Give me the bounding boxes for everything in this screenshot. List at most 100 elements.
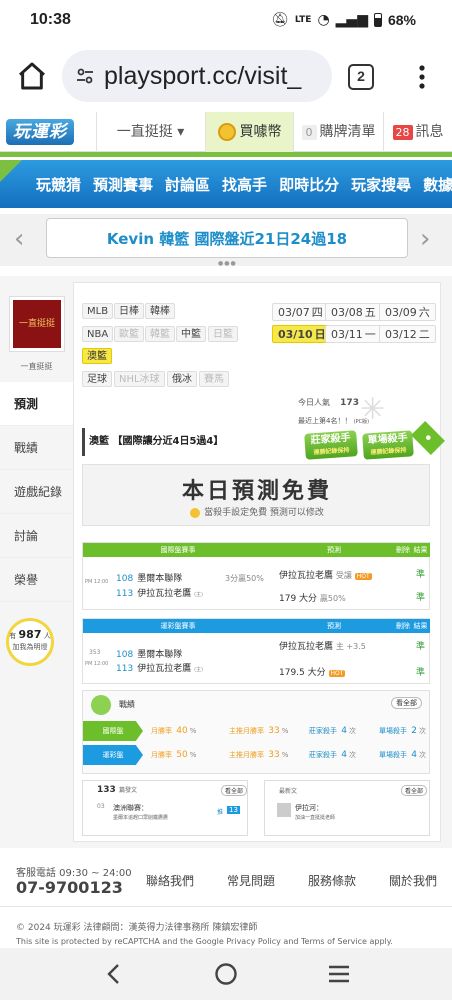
date-5[interactable]: 03/12 二 — [379, 325, 436, 343]
footer-faq-link[interactable]: 常見問題 — [227, 872, 275, 889]
record-stat: 莊家殺手 4次 — [309, 726, 356, 736]
table1-time: PM 12:00 — [85, 579, 109, 585]
table1-pred-spread: 伊拉瓦拉老鷹 受讓 HOT — [279, 571, 372, 581]
user-name: 一直挺挺 — [20, 362, 53, 371]
date-3[interactable]: 03/10 日 — [272, 325, 332, 343]
date-4[interactable]: 03/11 一 — [325, 325, 382, 343]
nav-item-player-search[interactable]: 玩家搜尋 — [351, 174, 411, 195]
table1-result-total: 準 — [416, 593, 426, 603]
site-settings-icon[interactable] — [76, 67, 94, 85]
home-icon[interactable] — [16, 60, 48, 92]
nav-item-guess[interactable]: 玩競猜 — [36, 174, 81, 195]
side-tab-record[interactable]: 戰績 — [0, 426, 73, 470]
date-2[interactable]: 03/09 六 — [379, 303, 436, 321]
table2-header-result: 結果 — [411, 619, 430, 633]
league-title: 澳籃 【國際讓分近4日5過4】 — [82, 428, 302, 456]
announcement-text[interactable]: Kevin 韓籃 國際盤近21日24過18 — [46, 218, 408, 258]
fans-prefix: 有 — [9, 632, 17, 640]
message-link[interactable]: 28 訊息 — [383, 112, 452, 152]
carousel-dots: ●●● — [218, 260, 237, 267]
post-title[interactable]: 澳洲聯賽： — [113, 803, 148, 813]
league-ru-hockey[interactable]: 俄冰 — [167, 371, 197, 387]
league-au-basketball[interactable]: 澳籃 — [82, 348, 112, 364]
league-kr-baseball[interactable]: 韓棒 — [145, 303, 175, 319]
message-count: 28 — [392, 124, 413, 140]
table1-line: 3分贏50% — [225, 574, 264, 583]
user-dropdown[interactable]: 一直挺挺 ▾ — [96, 112, 204, 152]
nav-item-experts[interactable]: 找高手 — [222, 174, 267, 195]
league-nhl: NHL冰球 — [114, 371, 165, 387]
latest-label: 最新文 — [279, 788, 298, 795]
nav-item-data[interactable]: 數據 — [423, 174, 452, 195]
back-icon[interactable] — [104, 962, 124, 986]
side-tab-discussion[interactable]: 討論 — [0, 514, 73, 558]
avatar-image: 一直挺挺 — [13, 300, 61, 348]
chevron-right-icon[interactable]: › — [420, 224, 430, 254]
date-1[interactable]: 03/08 五 — [325, 303, 382, 321]
cart-link[interactable]: 0 購牌清單 — [293, 112, 383, 152]
league-kr-basketball: 韓籃 — [145, 326, 175, 342]
tab-switcher-button[interactable]: 2 — [348, 64, 374, 90]
side-tab-predict[interactable]: 預測 — [0, 382, 73, 426]
status-icons: 🔕︎ LTE ◔ ▂▄▆ 68% — [271, 12, 416, 28]
side-tab-game-log[interactable]: 遊戲紀錄 — [0, 470, 73, 514]
record-row: 運彩盤 月勝率 50% 主推月勝率 33% 莊家殺手 4 次 單場殺手 4次 — [83, 745, 429, 765]
record-icon — [91, 695, 111, 715]
date-0[interactable]: 03/07 四 — [272, 303, 329, 321]
table1-pred-total: 179 大分 贏50% — [279, 594, 346, 604]
lottery-prediction-table: 運彩盤賽事 預測 刪除 結果 353 PM 12:00 108 墨爾本聯隊 113… — [82, 618, 430, 684]
table2-header-del: 刪除 — [395, 619, 411, 633]
league-eu-basketball: 歐籃 — [114, 326, 144, 342]
fans-cta: 加我為明燈 — [12, 643, 48, 651]
latest-more-button[interactable]: 看全部 — [401, 785, 428, 796]
footer-terms-link[interactable]: 服務條款 — [308, 872, 356, 889]
latest-title[interactable]: 伊拉河： — [295, 803, 323, 813]
chevron-left-icon[interactable]: ‹ — [14, 224, 24, 254]
table2-home-team[interactable]: 108 墨爾本聯隊 — [116, 647, 182, 660]
recents-icon[interactable] — [328, 964, 350, 984]
league-mlb[interactable]: MLB — [82, 303, 114, 319]
league-nba[interactable]: NBA — [82, 326, 114, 342]
table1-header-game: 國際盤賽事 — [83, 543, 273, 557]
league-jp-baseball[interactable]: 日棒 — [114, 303, 144, 319]
url-bar[interactable]: playsport.cc/visit_ — [62, 50, 332, 102]
league-cn-basketball[interactable]: 中籃 — [176, 326, 206, 342]
posts-more-button[interactable]: 看全部 — [221, 785, 247, 796]
record-stat: 月勝率 40% — [151, 726, 197, 736]
nav-item-forum[interactable]: 討論區 — [165, 174, 210, 195]
posts-count: 133 篇發文 — [97, 785, 137, 795]
cart-count: 0 — [301, 124, 317, 140]
table2-header-game: 運彩盤賽事 — [83, 619, 273, 633]
rank-label: 最近上第4名！！ (PC版) — [298, 417, 370, 425]
more-menu-icon[interactable] — [412, 62, 432, 92]
footer-about-link[interactable]: 關於我們 — [389, 872, 437, 889]
table2-away-team[interactable]: 113 伊拉瓦拉老鷹 (主) — [116, 661, 203, 674]
table1-away-team[interactable]: 113 伊拉瓦拉老鷹 (主) — [116, 586, 203, 599]
record-stat: 主推月勝率 33% — [229, 726, 289, 736]
table1-header-result: 結果 — [411, 543, 430, 557]
home-nav-icon[interactable] — [214, 962, 238, 986]
table2-game-no: 353 — [89, 649, 101, 656]
follow-bulb-button[interactable]: 有 987 人 加我為明燈 — [6, 618, 54, 666]
site-logo[interactable]: 玩運彩 — [6, 119, 74, 145]
nav-item-livescore[interactable]: 即時比分 — [279, 174, 339, 195]
side-tab-honor[interactable]: 榮譽 — [0, 558, 73, 602]
record-more-button[interactable]: 看全部 — [391, 697, 422, 709]
nav-item-predict[interactable]: 預測賽事 — [93, 174, 153, 195]
table2-result-spread: 準 — [416, 642, 426, 652]
buy-coin-button[interactable]: 買噱幣 — [205, 112, 293, 152]
footer-contact-link[interactable]: 聯絡我們 — [146, 872, 194, 889]
wifi-icon: ◔ — [317, 12, 330, 28]
avatar[interactable]: 一直挺挺 — [9, 296, 65, 352]
site-top-nav: 玩運彩 一直挺挺 ▾ 買噱幣 0 購牌清單 28 訊息 — [0, 112, 452, 152]
phone-label: 客服電話 09:30 ~ 24:00 — [16, 868, 132, 879]
latest-card: 最新文 看全部 伊拉河： 加油一直挺挺老師 — [264, 780, 430, 836]
browser-toolbar: playsport.cc/visit_ 2 — [0, 42, 452, 112]
table1-result-spread: 準 — [416, 570, 426, 580]
record-title: 戰績 — [119, 700, 135, 709]
league-soccer[interactable]: 足球 — [82, 371, 112, 387]
record-row-label: 運彩盤 — [83, 745, 143, 765]
table1-home-team[interactable]: 108 墨爾本聯隊 — [116, 571, 182, 584]
green-divider — [0, 152, 452, 157]
free-title: 本日預測免費 — [181, 478, 332, 504]
